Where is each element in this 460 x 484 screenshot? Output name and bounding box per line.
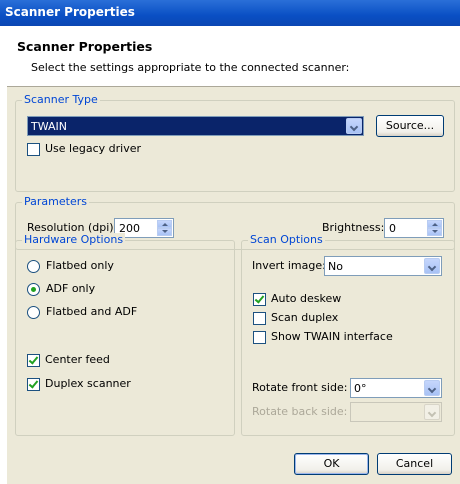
duplex-scanner-checkbox[interactable] <box>27 378 40 391</box>
scan-duplex-checkbox[interactable] <box>253 312 266 325</box>
rotate-back-select <box>350 402 442 422</box>
show-twain-label: Show TWAIN interface <box>271 330 393 343</box>
rotate-front-value: 0° <box>354 382 367 395</box>
spin-up-icon[interactable] <box>157 220 172 228</box>
rotate-front-label: Rotate front side: <box>252 381 348 394</box>
hardware-options-group: Hardware Options Flatbed only ADF only F… <box>15 233 235 436</box>
chevron-down-icon[interactable] <box>424 380 440 396</box>
chevron-down-icon <box>424 404 440 420</box>
chevron-down-icon[interactable] <box>346 118 362 134</box>
radio-flatbed-and-adf[interactable] <box>27 306 40 319</box>
center-feed-label: Center feed <box>45 353 110 366</box>
auto-deskew-checkbox[interactable] <box>253 293 266 306</box>
brightness-label: Brightness: <box>322 221 385 234</box>
radio-adf-only[interactable] <box>27 283 40 296</box>
scanner-type-value: TWAIN <box>31 120 67 133</box>
scanner-type-legend: Scanner Type <box>22 93 100 106</box>
hardware-options-legend: Hardware Options <box>22 233 126 246</box>
header-title: Scanner Properties <box>17 39 153 54</box>
window-title: Scanner Properties <box>5 5 135 19</box>
spin-down-icon[interactable] <box>427 228 442 236</box>
flatbed-and-adf-label: Flatbed and ADF <box>46 305 138 318</box>
rotate-front-select[interactable]: 0° <box>350 378 442 398</box>
duplex-scanner-label: Duplex scanner <box>45 377 131 390</box>
flatbed-only-label: Flatbed only <box>46 259 114 272</box>
header-subtitle: Select the settings appropriate to the c… <box>31 61 350 74</box>
radio-flatbed-only[interactable] <box>27 260 40 273</box>
invert-image-label: Invert image: <box>252 259 326 272</box>
show-twain-checkbox[interactable] <box>253 331 266 344</box>
scanner-type-select[interactable]: TWAIN <box>27 116 364 136</box>
title-bar: Scanner Properties <box>0 0 460 26</box>
invert-image-value: No <box>328 260 343 273</box>
auto-deskew-label: Auto deskew <box>271 292 342 305</box>
adf-only-label: ADF only <box>46 282 96 295</box>
scan-options-legend: Scan Options <box>248 233 325 246</box>
parameters-legend: Parameters <box>22 195 89 208</box>
brightness-stepper[interactable]: 0 <box>384 218 444 238</box>
source-button[interactable]: Source... <box>376 115 444 137</box>
invert-image-select[interactable]: No <box>324 256 442 276</box>
spin-down-icon[interactable] <box>157 228 172 236</box>
chevron-down-icon[interactable] <box>424 258 440 274</box>
spin-up-icon[interactable] <box>427 220 442 228</box>
scanner-type-group: Scanner Type TWAIN Source... Use legacy … <box>15 93 455 192</box>
use-legacy-driver-label: Use legacy driver <box>45 142 142 155</box>
use-legacy-driver-checkbox[interactable] <box>27 143 40 156</box>
scan-options-group: Scan Options Invert image: No Auto deske… <box>241 233 455 436</box>
rotate-back-label: Rotate back side: <box>252 405 348 418</box>
brightness-value: 0 <box>389 222 396 235</box>
center-feed-checkbox[interactable] <box>27 354 40 367</box>
dialog-header: Scanner Properties Select the settings a… <box>7 26 460 87</box>
scan-duplex-label: Scan duplex <box>271 311 339 324</box>
dialog: Scanner Properties Select the settings a… <box>7 26 460 484</box>
cancel-button[interactable]: Cancel <box>377 453 452 475</box>
ok-button[interactable]: OK <box>294 453 369 475</box>
